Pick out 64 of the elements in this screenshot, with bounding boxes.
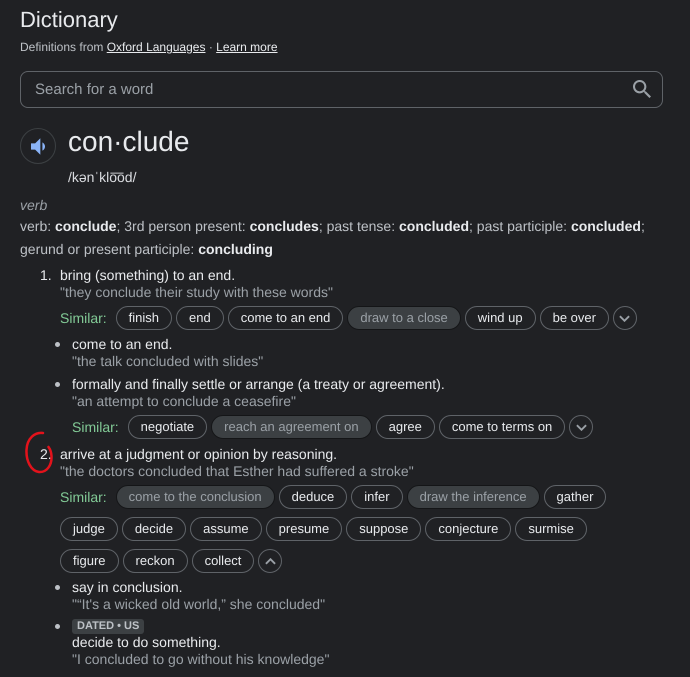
usage-label: DATED • US bbox=[72, 619, 144, 634]
synonym-button[interactable]: conjecture bbox=[425, 517, 512, 541]
chevron-down-icon bbox=[576, 424, 587, 430]
chevron-down-icon bbox=[619, 314, 630, 322]
synonym-button[interactable]: be over bbox=[540, 306, 609, 330]
synonym-button: draw the inference bbox=[406, 485, 540, 509]
similar-label: Similar: bbox=[72, 418, 119, 437]
synonym-button[interactable]: suppose bbox=[346, 517, 422, 541]
synonym-button: come to the conclusion bbox=[116, 485, 275, 509]
synonym-button[interactable]: come to an end bbox=[228, 306, 344, 330]
synonym-button[interactable]: presume bbox=[266, 517, 342, 541]
bullet-icon bbox=[55, 382, 60, 387]
sense-number: 2. bbox=[40, 446, 53, 463]
example-text: "“It's a wicked old world,” she concluded" bbox=[72, 596, 326, 613]
synonym-button[interactable]: end bbox=[176, 306, 224, 330]
speaker-icon bbox=[31, 138, 45, 154]
definition-text: come to an end. bbox=[72, 336, 174, 353]
example-text: "the talk concluded with slides" bbox=[72, 353, 264, 370]
similar-label: Similar: bbox=[60, 488, 107, 507]
search-field[interactable]: Search for a word bbox=[20, 71, 663, 108]
synonym-button[interactable]: come to terms on bbox=[438, 415, 566, 439]
synonym-button[interactable]: infer bbox=[351, 485, 403, 509]
chevron-button[interactable] bbox=[569, 415, 594, 439]
bullet-icon bbox=[55, 342, 60, 347]
search-icon[interactable] bbox=[633, 80, 651, 98]
definition-text: bring (something) to an end. bbox=[60, 267, 236, 284]
synonym-button[interactable]: finish bbox=[116, 306, 172, 330]
synonym-button: draw to a close bbox=[347, 306, 461, 330]
synonym-button: reach an agreement on bbox=[211, 415, 372, 439]
definition-text: decide to do something. bbox=[72, 634, 222, 651]
definition-text: arrive at a judgment or opinion by reasoning. bbox=[60, 446, 338, 463]
dictionary-title: Dictionary bbox=[20, 6, 119, 34]
learn-more-link[interactable]: Learn more bbox=[216, 40, 278, 54]
synonym-button[interactable]: judge bbox=[60, 517, 118, 541]
chevron-button[interactable] bbox=[612, 306, 637, 330]
chevron-button[interactable] bbox=[258, 549, 282, 573]
part-of-speech: verb bbox=[20, 196, 48, 215]
synonym-button[interactable]: reckon bbox=[122, 549, 188, 573]
definition-text: formally and finally settle or arrange (a treaty or agreement). bbox=[72, 376, 446, 393]
synonym-button[interactable]: agree bbox=[376, 415, 435, 439]
synonym-button[interactable]: deduce bbox=[278, 485, 348, 509]
synonym-button[interactable]: collect bbox=[192, 549, 254, 573]
sense-number: 1. bbox=[40, 267, 53, 284]
synonym-button[interactable]: figure bbox=[60, 549, 119, 573]
headword: con·clude bbox=[68, 126, 190, 158]
example-text: "the doctors concluded that Esther had suffered a stroke" bbox=[60, 463, 415, 480]
synonym-button[interactable]: gather bbox=[544, 485, 606, 509]
source-line: Definitions from Oxford Languages · Learn more bbox=[20, 39, 279, 55]
definition-text: say in conclusion. bbox=[72, 579, 184, 596]
chevron-up-icon bbox=[264, 558, 276, 564]
synonym-button[interactable]: wind up bbox=[464, 306, 536, 330]
synonym-button[interactable]: surmise bbox=[515, 517, 587, 541]
example-text: "I concluded to go without his knowledge" bbox=[72, 651, 330, 668]
source-link[interactable]: Oxford Languages bbox=[106, 40, 206, 54]
example-text: "they conclude their study with these words" bbox=[60, 284, 334, 301]
bullet-icon bbox=[55, 585, 60, 590]
bullet-icon bbox=[55, 624, 60, 629]
synonym-button[interactable]: decide bbox=[122, 517, 186, 541]
synonym-button[interactable]: negotiate bbox=[128, 415, 208, 439]
speaker-button[interactable] bbox=[20, 128, 56, 164]
pronunciation: /kənˈklo͞od/ bbox=[68, 168, 138, 187]
example-text: "an attempt to conclude a ceasefire" bbox=[72, 393, 297, 410]
synonym-button[interactable]: assume bbox=[190, 517, 262, 541]
similar-label: Similar: bbox=[60, 309, 107, 328]
